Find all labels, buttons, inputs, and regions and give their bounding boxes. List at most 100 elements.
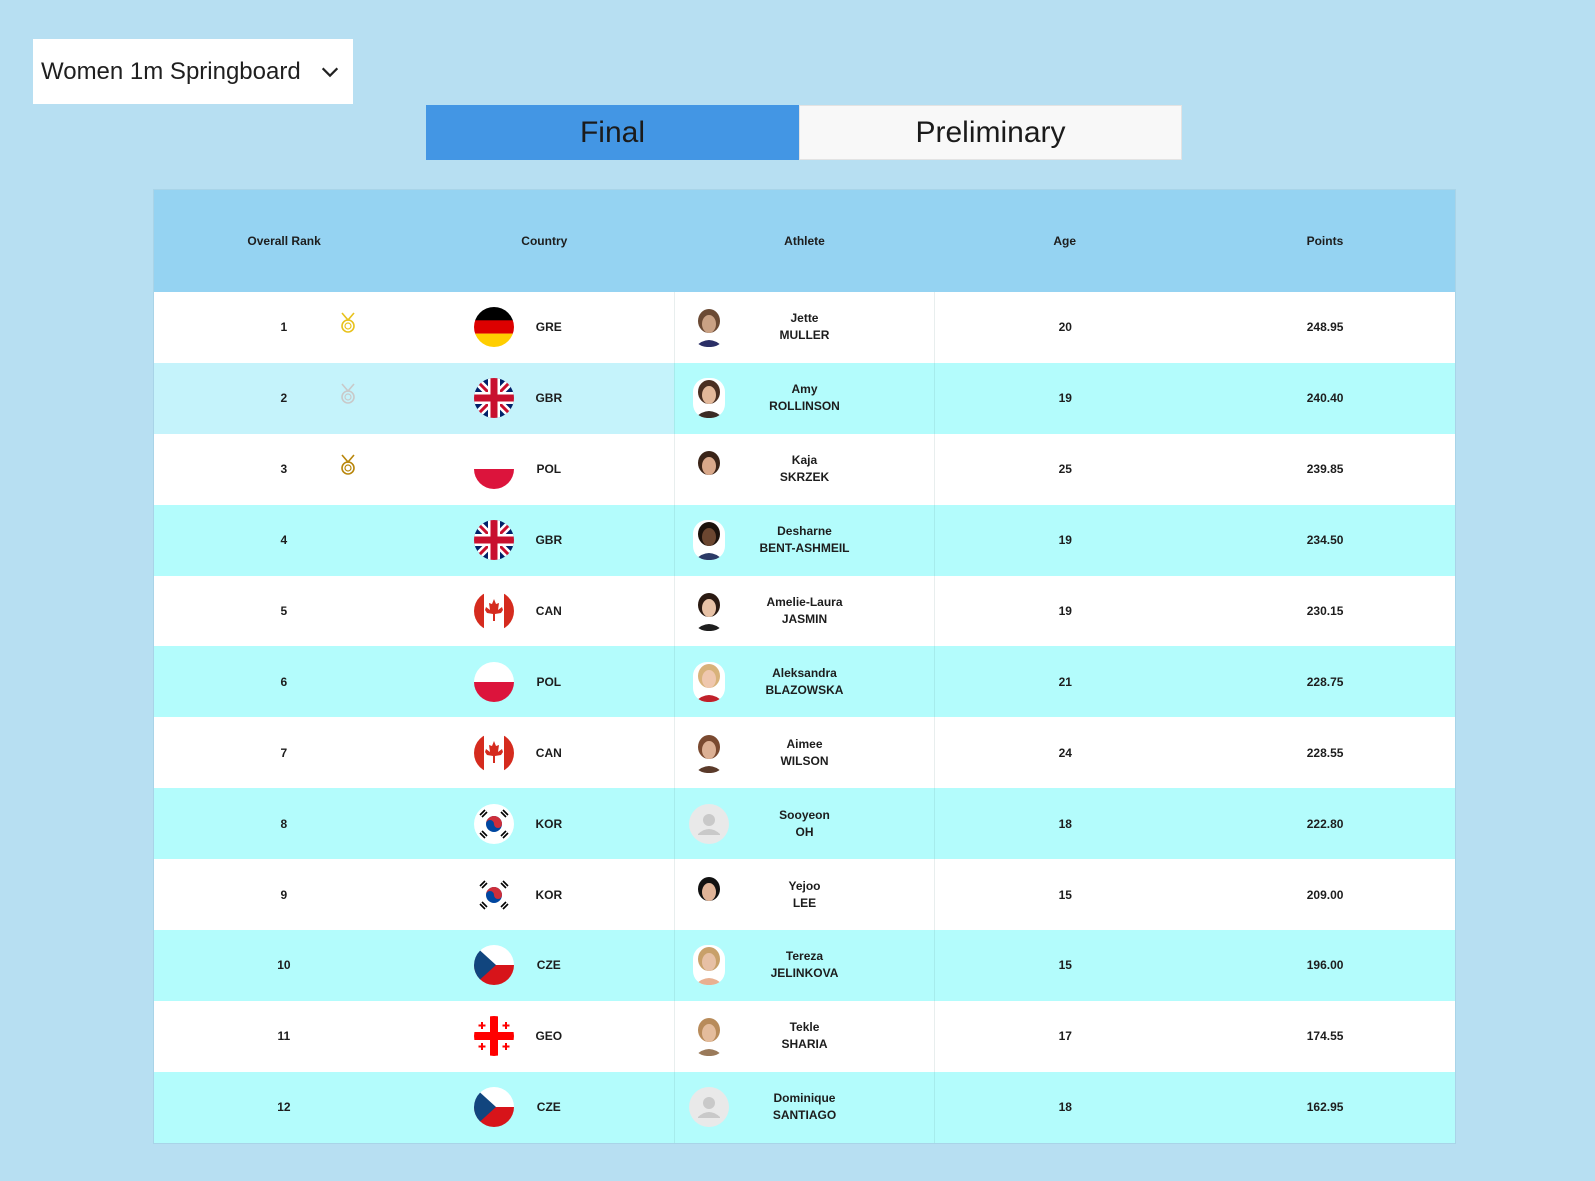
points-cell: 234.50 (1306, 533, 1344, 548)
age-cell: 19 (1058, 391, 1072, 406)
country-cell: GEO (414, 1001, 674, 1072)
athlete-name: Dominique SANTIAGO (773, 1090, 836, 1124)
athlete-cell[interactable]: Jette MULLER (673, 292, 936, 363)
header-age: Age (1053, 234, 1077, 248)
athlete-photo (692, 661, 725, 702)
athlete-first-name: Aleksandra (772, 665, 837, 680)
athlete-cell[interactable]: Dominique SANTIAGO (673, 1071, 936, 1143)
rank-value: 9 (280, 887, 288, 902)
points-cell: 162.95 (1306, 1100, 1344, 1115)
athlete-cell[interactable]: Tereza JELINKOVA (673, 930, 936, 1001)
athlete-first-name: Dominique (773, 1091, 836, 1106)
table-row[interactable]: 4 GBR Desharne BENT-ASHMEIL 19 234.50 (154, 504, 1455, 576)
table-body: 1 GRE Jette MULLER 20 248.95 2 GBR Amy ROLLINSON 1… (154, 292, 1455, 1143)
rank-cell: 5 (154, 576, 414, 647)
country-cell: POL (414, 646, 674, 717)
country-code: POL (536, 462, 562, 477)
age-cell: 18 (1058, 816, 1072, 831)
table-row[interactable]: 9 KOR Yejoo LEE 15 209.00 (154, 859, 1455, 931)
rank-cell: 7 (154, 717, 414, 788)
athlete-photo (692, 874, 725, 915)
athlete-name: Amelie-Laura JASMIN (766, 594, 842, 628)
avatar-placeholder-icon (688, 803, 729, 844)
rank-cell: 9 (154, 859, 414, 930)
athlete-last-name: BENT-ASHMEIL (759, 541, 850, 556)
avatar-placeholder-icon (688, 1087, 729, 1128)
table-row[interactable]: 3 POL Kaja SKRZEK 25 239.85 (154, 433, 1455, 505)
athlete-last-name: JASMIN (781, 612, 828, 626)
country-cell: GBR (413, 362, 674, 434)
points-cell: 230.15 (1306, 604, 1344, 618)
table-row[interactable]: 5 CAN Amelie-Laura JASMIN 19 230.15 (154, 575, 1455, 647)
country-code: GEO (535, 1029, 563, 1044)
country-code: GRE (535, 320, 562, 335)
athlete-name: Amy ROLLINSON (769, 381, 840, 415)
country-code: CAN (535, 745, 562, 760)
flag-icon (473, 520, 514, 561)
athlete-photo (692, 1016, 725, 1057)
flag-icon (473, 591, 514, 631)
table-row[interactable]: 10 CZE Tereza JELINKOVA 15 196.00 (154, 930, 1455, 1001)
medal-icon (341, 383, 355, 404)
flag-icon (473, 732, 514, 773)
tab-preliminary[interactable]: Preliminary (799, 105, 1182, 160)
age-cell: 21 (1058, 674, 1072, 689)
athlete-cell[interactable]: Aleksandra BLAZOWSKA (673, 646, 936, 718)
athlete-photo (692, 591, 725, 631)
rank-cell: 6 (154, 646, 414, 717)
rank-cell: 8 (154, 788, 414, 859)
athlete-last-name: LEE (792, 895, 817, 910)
rank-cell: 3 (154, 434, 414, 505)
athlete-photo (692, 520, 725, 561)
athlete-cell[interactable]: Aimee WILSON (673, 717, 936, 789)
table-row[interactable]: 2 GBR Amy ROLLINSON 19 240.40 (154, 362, 1455, 434)
rank-value: 6 (280, 674, 288, 689)
event-select-value: Women 1m Springboard (41, 57, 301, 85)
country-code: CZE (536, 958, 561, 973)
athlete-name: Yejoo LEE (788, 878, 820, 912)
athlete-cell[interactable]: Desharne BENT-ASHMEIL (673, 504, 936, 576)
athlete-cell[interactable]: Sooyeon OH (673, 788, 936, 860)
athlete-last-name: ROLLINSON (769, 399, 840, 414)
athlete-cell[interactable]: Yejoo LEE (673, 859, 936, 931)
table-row[interactable]: 6 POL Aleksandra BLAZOWSKA 21 228.75 (154, 646, 1455, 718)
age-cell: 15 (1058, 958, 1072, 973)
athlete-photo (692, 732, 725, 773)
tab-final[interactable]: Final (426, 105, 799, 160)
athlete-cell[interactable]: Amy ROLLINSON (673, 362, 936, 434)
athlete-name: Tereza JELINKOVA (771, 948, 839, 982)
country-cell: POL (414, 434, 674, 505)
header-points: Points (1306, 234, 1344, 248)
age-cell: 19 (1058, 604, 1072, 618)
age-cell: 17 (1058, 1029, 1072, 1044)
age-cell: 20 (1058, 320, 1072, 335)
points-cell: 196.00 (1306, 958, 1344, 973)
athlete-last-name: SKRZEK (779, 470, 830, 485)
event-select[interactable]: Women 1m Springboard (33, 39, 353, 104)
athlete-last-name: MULLER (779, 328, 830, 343)
age-cell: 15 (1058, 887, 1072, 902)
athlete-name: Sooyeon OH (779, 807, 830, 841)
athlete-name: Tekle SHARIA (781, 1019, 827, 1053)
points-cell: 239.85 (1306, 462, 1344, 477)
points-cell: 228.55 (1306, 745, 1344, 760)
athlete-cell[interactable]: Kaja SKRZEK (673, 433, 936, 505)
country-code: GBR (535, 533, 563, 548)
table-row[interactable]: 8 KOR Sooyeon OH 18 222.80 (154, 788, 1455, 860)
flag-icon (473, 1087, 514, 1128)
rank-value: 1 (280, 320, 288, 335)
rank-value: 11 (277, 1029, 291, 1044)
rank-value: 2 (280, 391, 288, 406)
flag-icon (473, 1016, 514, 1057)
table-row[interactable]: 1 GRE Jette MULLER 20 248.95 (154, 292, 1455, 363)
flag-icon (473, 449, 514, 490)
athlete-first-name: Tereza (785, 949, 824, 964)
athlete-first-name: Sooyeon (779, 807, 830, 822)
country-code: CAN (535, 604, 562, 618)
table-row[interactable]: 7 CAN Aimee WILSON 24 228.55 (154, 717, 1455, 789)
athlete-cell[interactable]: Amelie-Laura JASMIN (673, 575, 936, 647)
table-row[interactable]: 11 GEO Tekle SHARIA 17 174.55 (154, 1000, 1455, 1072)
athlete-cell[interactable]: Tekle SHARIA (673, 1000, 936, 1072)
athlete-last-name: BLAZOWSKA (765, 682, 844, 697)
table-row[interactable]: 12 CZE Dominique SANTIAGO 18 162.95 (154, 1071, 1455, 1143)
